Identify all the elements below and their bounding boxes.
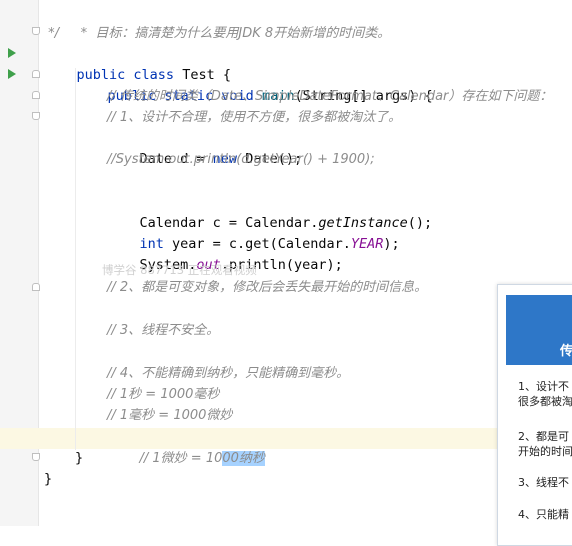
static-field: YEAR <box>350 236 384 252</box>
slide-item: 2、都是可 开始的时间 <box>518 430 572 458</box>
slide-item: 4、只能精 <box>518 508 569 521</box>
code-line: Date d = new Date(); <box>107 128 303 167</box>
slide-title-bar: 传 <box>506 295 572 365</box>
slide-title: 传 <box>560 344 572 359</box>
selected-text: 00纳秒 <box>222 451 265 466</box>
code-text: ); <box>383 236 400 252</box>
code-line: */ <box>44 26 60 41</box>
code-line: // 1毫秒 = 1000微妙 <box>107 408 233 423</box>
code-line: // 1、设计不合理，使用不方便，很多都被淘汰了。 <box>107 110 402 125</box>
fold-icon[interactable] <box>32 453 40 461</box>
run-main-icon[interactable] <box>8 69 16 79</box>
code-line: int year = c.get(Calendar.YEAR); <box>107 213 400 252</box>
current-line-highlight <box>0 428 572 449</box>
fold-icon[interactable] <box>32 283 40 291</box>
code-line: Calendar c = Calendar.getInstance(); <box>107 192 433 231</box>
watermark: 博学谷 887713 正在观看视频 <box>102 263 257 277</box>
code-line: } <box>44 471 53 487</box>
code-line: System.out.println(year); <box>107 234 343 273</box>
code-line: } <box>75 450 84 466</box>
code-line: * 目标：搞清楚为什么要用JDK 8开始新增的时间类。 <box>44 2 391 41</box>
comment-text: // 1微妙 = 10 <box>139 451 223 466</box>
fold-icon[interactable] <box>32 70 40 78</box>
code-line: // 2、都是可变对象，修改后会丢失最开始的时间信息。 <box>107 280 428 295</box>
slide-preview: 传 1、设计不 很多都被淘 2、都是可 开始的时间 3、线程不 4、只能精 <box>497 284 572 546</box>
code-text: (); <box>407 215 433 231</box>
code-line: //System.out.println(d.getYear() + 1900)… <box>107 152 375 167</box>
code-line: public class Test { <box>44 44 231 83</box>
fold-icon[interactable] <box>32 112 40 120</box>
code-line: // 4、不能精确到纳秒，只能精确到毫秒。 <box>107 366 350 381</box>
code-line: // 1微妙 = 1000纳秒 <box>107 427 265 466</box>
code-line: // 传统的时间类（Date、SimpleDateFormat、Calendar… <box>107 89 553 104</box>
fold-icon[interactable] <box>32 91 40 99</box>
code-line: // 1秒 = 1000毫秒 <box>107 387 220 402</box>
fold-icon[interactable] <box>32 27 40 35</box>
comment-text: 目标：搞清楚为什么要用JDK 8开始新增的时间类。 <box>95 26 391 41</box>
run-class-icon[interactable] <box>8 48 16 58</box>
comment-text: * <box>76 26 96 41</box>
slide-item: 1、设计不 很多都被淘 <box>518 380 572 408</box>
code-line: // 3、线程不安全。 <box>107 323 220 338</box>
code-line: public static void main(String[] args) { <box>75 65 433 104</box>
slide-item: 3、线程不 <box>518 476 569 489</box>
